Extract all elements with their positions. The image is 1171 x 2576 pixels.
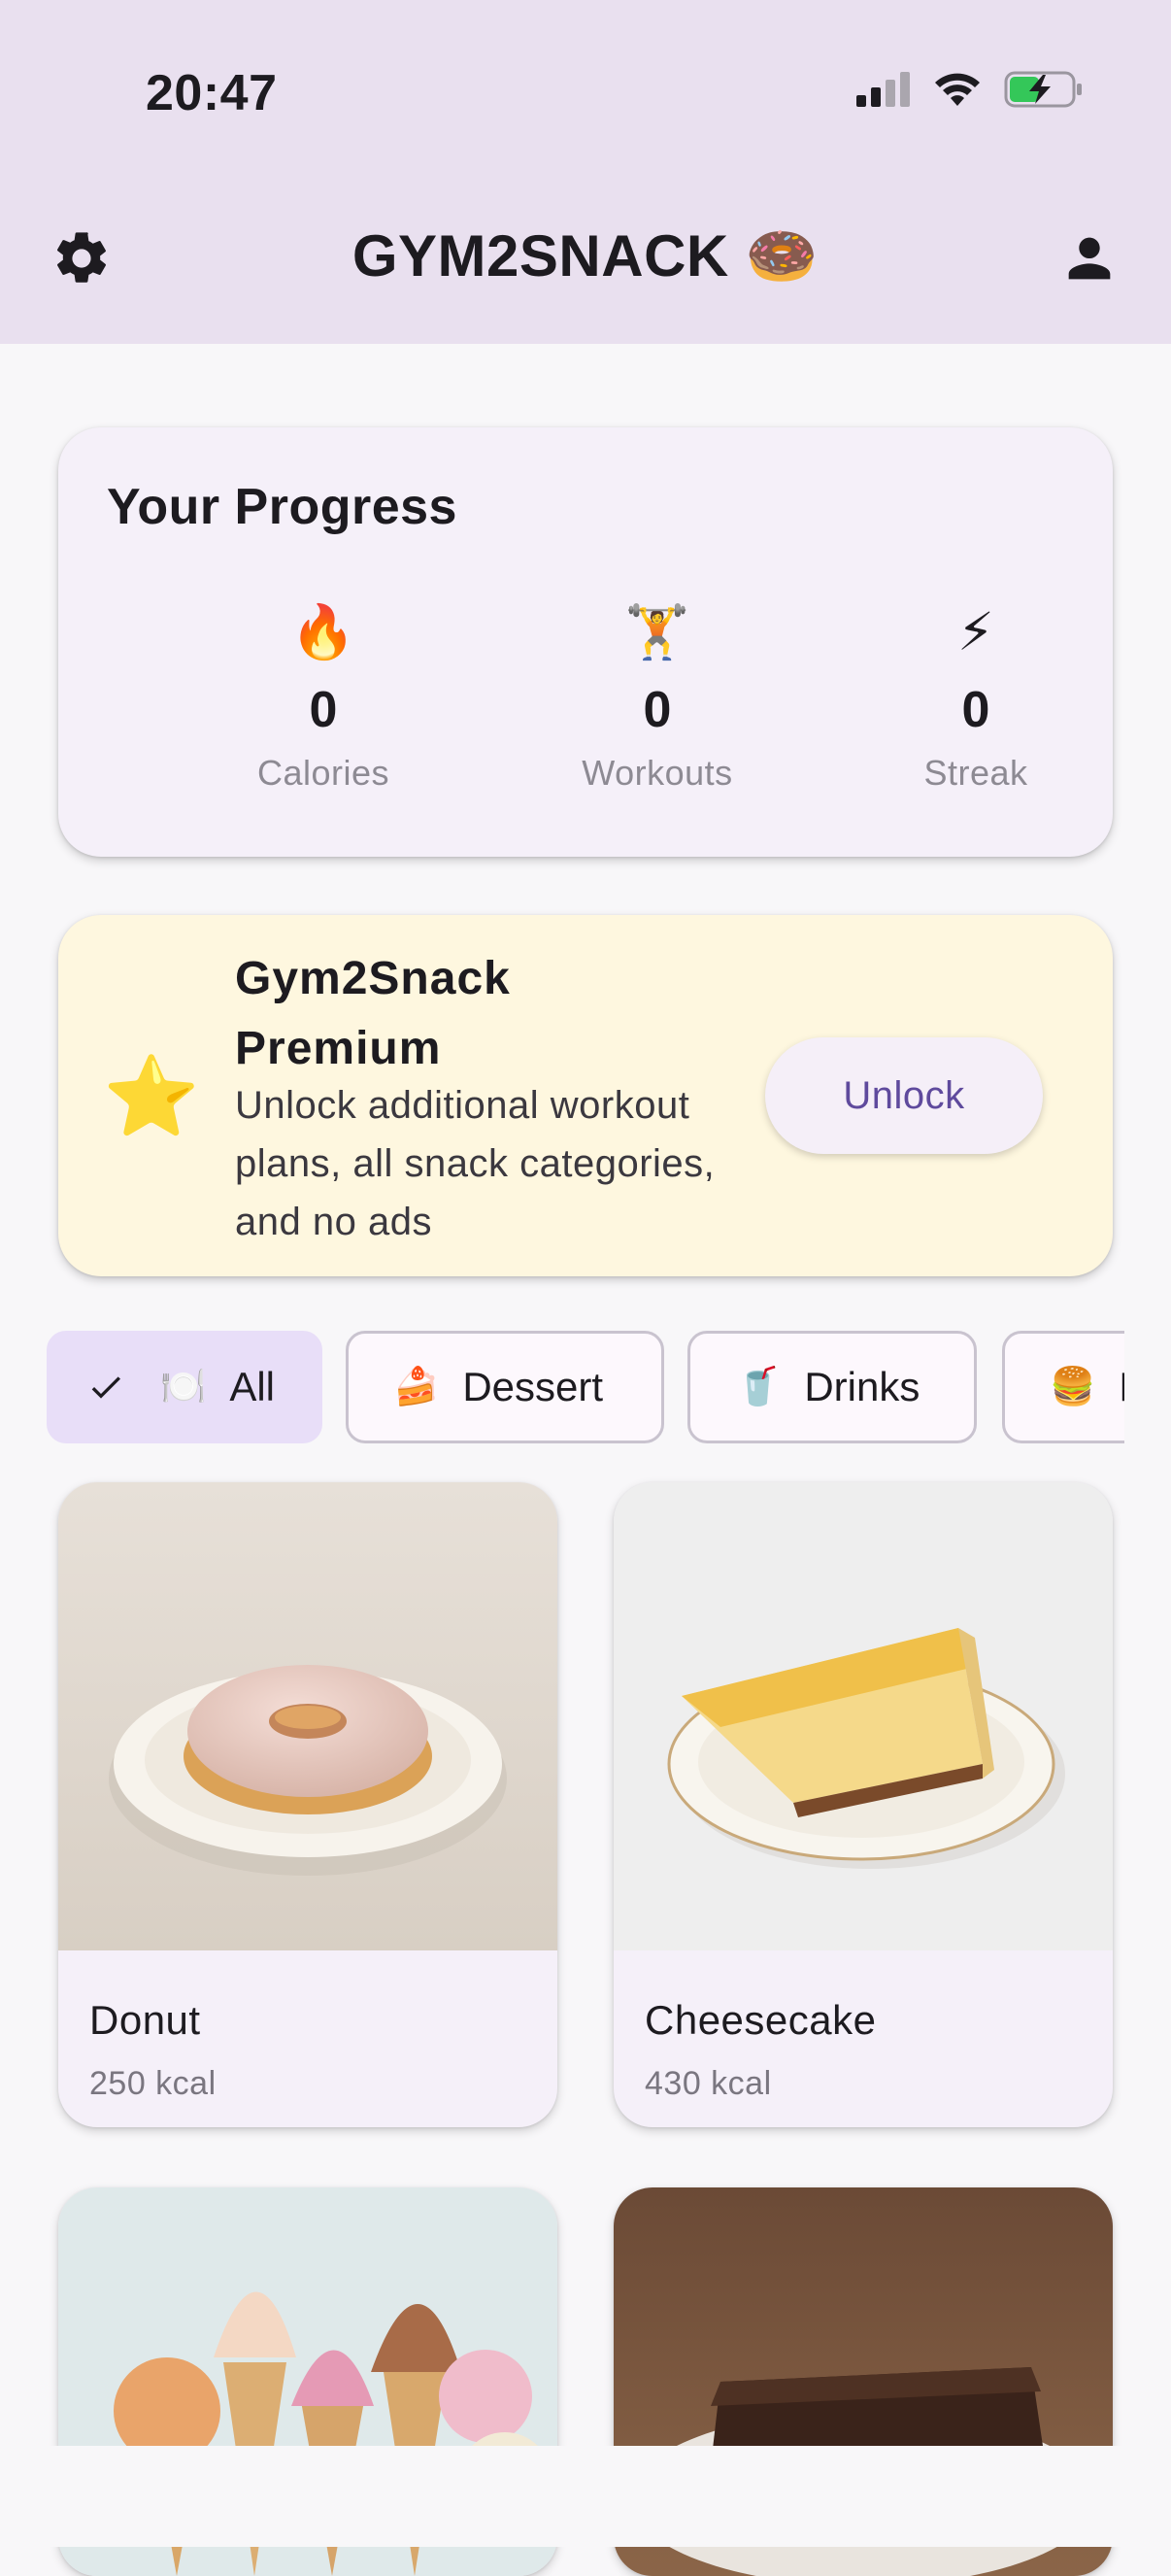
app-header: 20:47 GYM2SNACK 🍩 [0, 0, 1171, 344]
bottom-area [0, 2446, 1171, 2547]
status-icons [856, 70, 1084, 114]
profile-button[interactable] [1054, 225, 1124, 295]
burger-icon: 🍔 [1050, 1367, 1096, 1407]
weightlifter-icon: 🏋️ [624, 603, 690, 661]
snack-calories: 430 kcal [645, 2065, 772, 2102]
status-time: 20:47 [146, 65, 278, 121]
app-title: GYM2SNACK 🍩 [351, 223, 820, 288]
stat-label: Streak [923, 753, 1028, 793]
cake-icon: 🍰 [393, 1367, 440, 1407]
category-chips: 🍽️ All 🍰 Dessert 🥤 Drinks 🍔 F [47, 1331, 1124, 1445]
wifi-icon [932, 71, 983, 113]
signal-icon [856, 72, 911, 112]
chip-label: Dessert [462, 1364, 604, 1409]
chip-drinks[interactable]: 🥤 Drinks [687, 1331, 977, 1443]
fire-icon: 🔥 [290, 603, 356, 661]
check-icon [86, 1368, 125, 1407]
plate-icon: 🍽️ [160, 1367, 207, 1407]
chip-label: F [1119, 1364, 1124, 1410]
cup-icon: 🥤 [735, 1367, 782, 1407]
stat-label: Workouts [582, 753, 733, 793]
progress-title: Your Progress [107, 479, 457, 535]
stat-value: 0 [309, 682, 338, 738]
progress-card: Your Progress 🔥 0 Calories 🏋️ 0 Workouts… [58, 427, 1113, 857]
cheesecake-image [614, 1482, 1113, 1950]
snack-card-donut[interactable]: Donut 250 kcal [58, 1482, 557, 2127]
snack-calories: 250 kcal [89, 2065, 217, 2102]
unlock-button[interactable]: Unlock [765, 1037, 1043, 1154]
snack-name: Donut [89, 1997, 201, 2043]
chip-dessert[interactable]: 🍰 Dessert [346, 1331, 664, 1443]
stat-value: 0 [961, 682, 990, 738]
stat-calories: 🔥 0 Calories [178, 597, 469, 794]
stat-workouts: 🏋️ 0 Workouts [512, 597, 803, 794]
snack-name: Cheesecake [645, 1997, 877, 2043]
lightning-icon: ⚡ [957, 603, 994, 661]
donut-image [58, 1482, 557, 1950]
battery-charging-icon [1004, 70, 1084, 114]
premium-description: Unlock additional workout plans, all sna… [235, 1084, 716, 1243]
stat-streak: ⚡ 0 Streak [830, 597, 1121, 794]
star-icon: ⭐ [103, 1053, 200, 1139]
premium-title: Gym2Snack Premium [235, 953, 511, 1074]
stat-value: 0 [643, 682, 672, 738]
premium-card: ⭐ Gym2Snack Premium Unlock additional wo… [58, 915, 1113, 1276]
chip-label: Drinks [804, 1364, 920, 1409]
chip-all[interactable]: 🍽️ All [47, 1331, 322, 1443]
person-icon [1058, 227, 1121, 294]
chip-label: All [229, 1364, 276, 1409]
stat-label: Calories [256, 753, 390, 793]
chip-fast-food[interactable]: 🍔 F [1002, 1331, 1124, 1443]
snack-card-cheesecake[interactable]: Cheesecake 430 kcal [614, 1482, 1113, 2127]
